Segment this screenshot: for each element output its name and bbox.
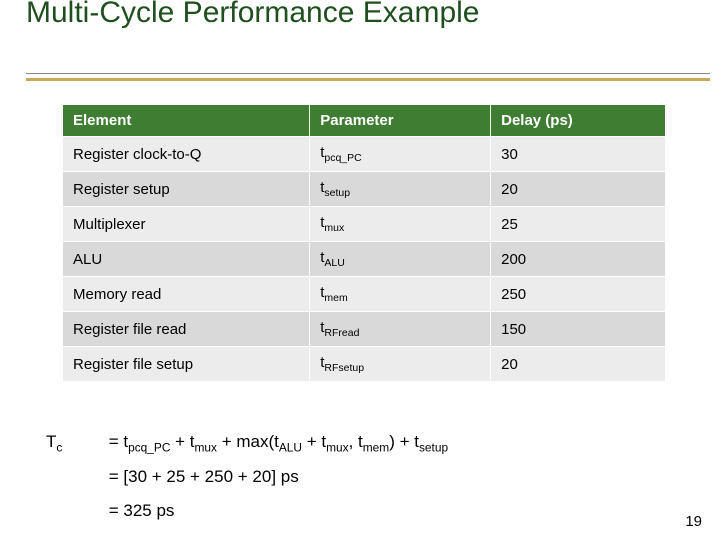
cell-delay: 20: [491, 172, 666, 207]
table-header-row: Element Parameter Delay (ps): [63, 105, 666, 137]
th-delay: Delay (ps): [491, 105, 666, 137]
table-row: Memory read tmem 250: [63, 277, 666, 312]
slide-title: Multi-Cycle Performance Example: [26, 0, 586, 31]
table-row: Register setup tsetup 20: [63, 172, 666, 207]
table-row: Register file read tRFread 150: [63, 312, 666, 347]
equation-lhs: Tc: [46, 425, 104, 460]
title-rule-thin: [26, 73, 710, 74]
cell-element: Register clock-to-Q: [63, 137, 310, 172]
cell-parameter: tRFsetup: [310, 347, 491, 382]
cell-parameter: tmux: [310, 207, 491, 242]
cell-delay: 250: [491, 277, 666, 312]
table-row: Register clock-to-Q tpcq_PC 30: [63, 137, 666, 172]
cell-parameter: tpcq_PC: [310, 137, 491, 172]
table-row: Register file setup tRFsetup 20: [63, 347, 666, 382]
cell-parameter: tALU: [310, 242, 491, 277]
cell-delay: 20: [491, 347, 666, 382]
cell-element: Register setup: [63, 172, 310, 207]
equation-line-1: = tpcq_PC + tmux + max(tALU + tmux, tmem…: [109, 432, 448, 451]
cell-element: ALU: [63, 242, 310, 277]
cell-delay: 150: [491, 312, 666, 347]
cell-parameter: tRFread: [310, 312, 491, 347]
th-element: Element: [63, 105, 310, 137]
table-row: Multiplexer tmux 25: [63, 207, 666, 242]
cell-parameter: tsetup: [310, 172, 491, 207]
equation-line-3: = 325 ps: [109, 501, 175, 520]
cell-element: Memory read: [63, 277, 310, 312]
cell-delay: 30: [491, 137, 666, 172]
cell-element: Register file read: [63, 312, 310, 347]
cell-element: Multiplexer: [63, 207, 310, 242]
equation-line-2: = [30 + 25 + 250 + 20] ps: [109, 467, 299, 486]
th-parameter: Parameter: [310, 105, 491, 137]
cell-delay: 25: [491, 207, 666, 242]
title-rule-gold: [26, 78, 710, 81]
equation-block: Tc = tpcq_PC + tmux + max(tALU + tmux, t…: [46, 425, 448, 528]
cell-delay: 200: [491, 242, 666, 277]
cell-element: Register file setup: [63, 347, 310, 382]
delay-table: Element Parameter Delay (ps) Register cl…: [62, 104, 666, 382]
cell-parameter: tmem: [310, 277, 491, 312]
page-number: 19: [685, 513, 702, 530]
table-row: ALU tALU 200: [63, 242, 666, 277]
